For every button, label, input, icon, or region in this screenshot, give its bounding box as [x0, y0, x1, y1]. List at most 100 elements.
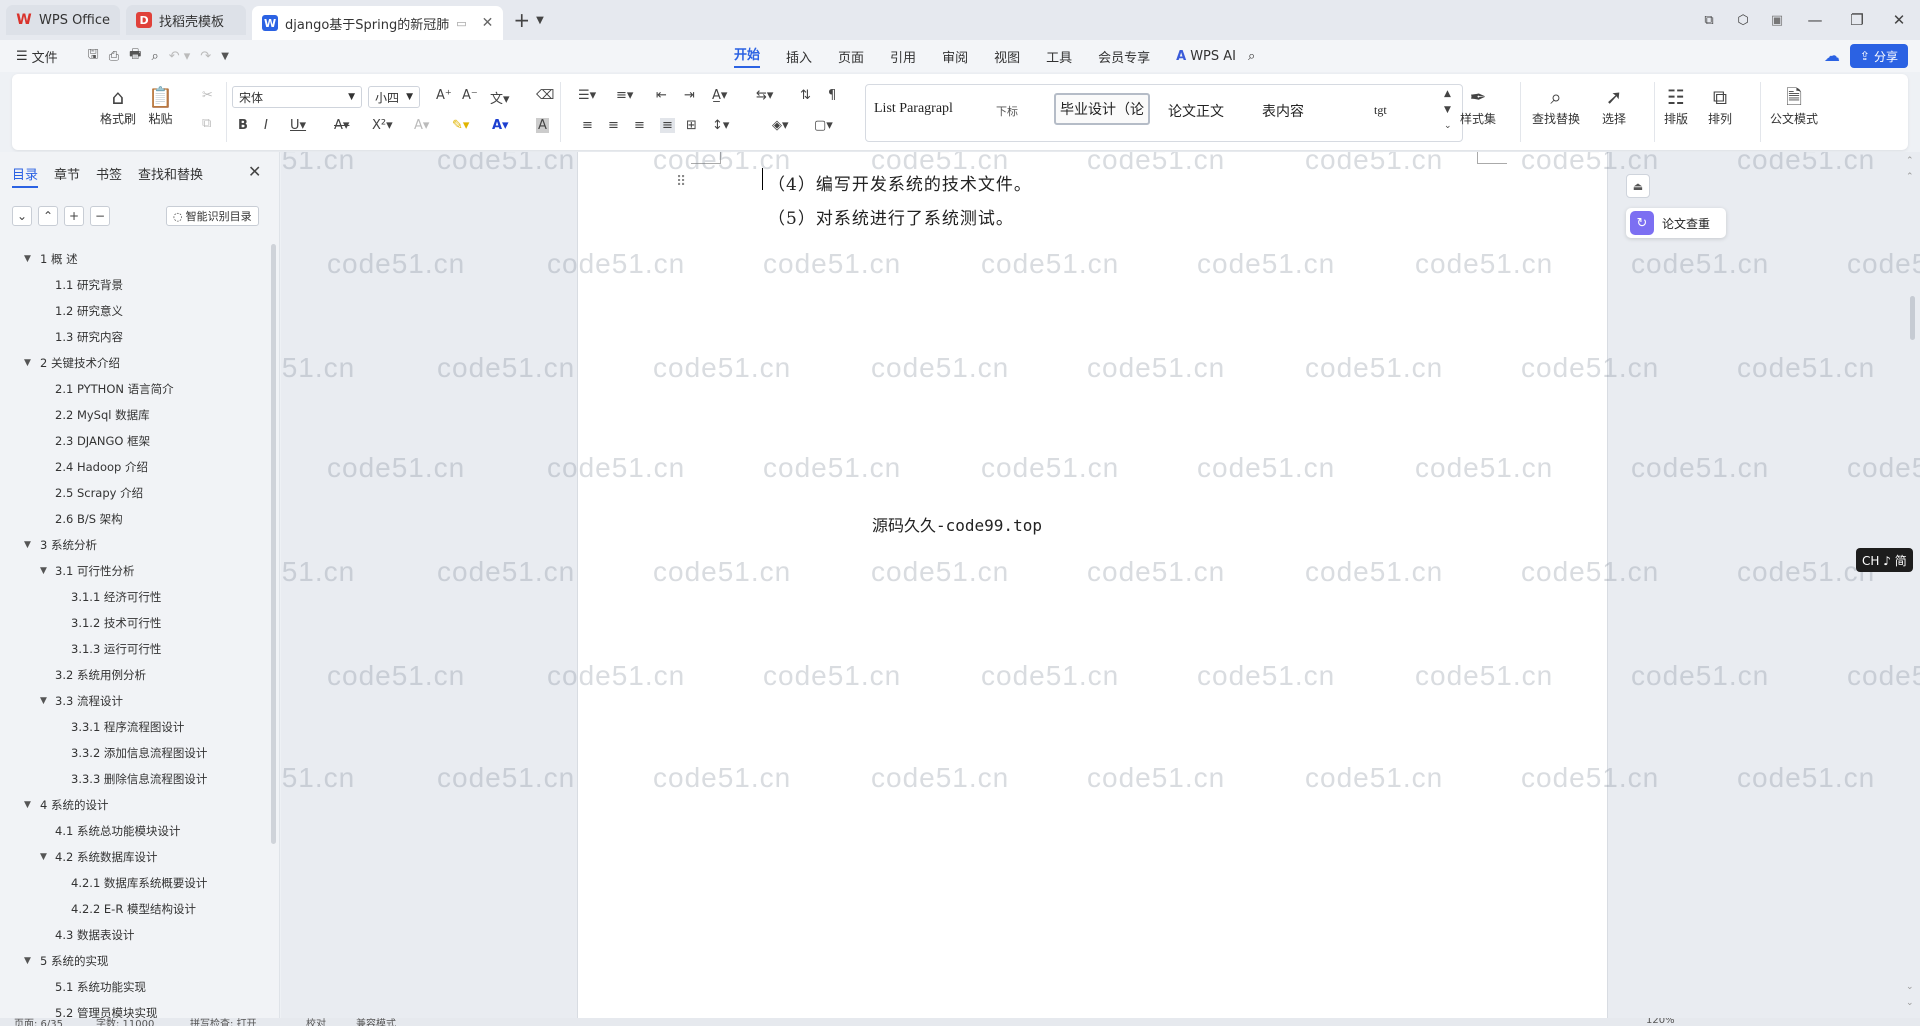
align-center-icon[interactable]: ≡	[608, 118, 619, 133]
toc-item[interactable]: 3.1.3 运行可行性	[0, 636, 272, 662]
toc-item[interactable]: 1.1 研究背景	[0, 272, 272, 298]
expand-triangle-icon[interactable]: ▼	[24, 532, 31, 558]
print-preview-icon[interactable]: ⌕	[151, 49, 158, 64]
toc-item[interactable]: 3.2 系统用例分析	[0, 662, 272, 688]
new-tab-button[interactable]: +	[513, 8, 530, 32]
ime-indicator[interactable]: CH ♪ 简	[1856, 548, 1913, 572]
scroll-up-icon[interactable]: ▲	[1444, 89, 1451, 99]
page-count[interactable]: 页面: 6/35	[14, 1018, 63, 1026]
arrange-button[interactable]: ⧉ 排列	[1708, 84, 1732, 127]
distributed-icon[interactable]: ⊞	[686, 118, 697, 133]
select-button[interactable]: ➚ 选择	[1602, 84, 1626, 127]
toc-item[interactable]: 5.1 系统功能实现	[0, 974, 272, 1000]
toc-item[interactable]: 4.1 系统总功能模块设计	[0, 818, 272, 844]
text-effect-icon[interactable]: A▾	[414, 118, 429, 133]
toc-item[interactable]: ▼ 3 系统分析	[0, 532, 272, 558]
highlight-icon[interactable]: ✎▾	[452, 118, 469, 133]
expand-triangle-icon[interactable]: ▼	[40, 688, 47, 714]
toc-item[interactable]: 4.2.1 数据库系统概要设计	[0, 870, 272, 896]
toc-item[interactable]: ▼ 3.1 可行性分析	[0, 558, 272, 584]
toc-item[interactable]: 4.2.2 E-R 模型结构设计	[0, 896, 272, 922]
customize-chevron-icon[interactable]: ▼	[221, 51, 229, 62]
toc-item[interactable]: 1.3 研究内容	[0, 324, 272, 350]
toc-item[interactable]: 3.3.1 程序流程图设计	[0, 714, 272, 740]
justify-icon[interactable]: ≡	[660, 118, 675, 133]
toc-item[interactable]: 2.1 PYTHON 语言简介	[0, 376, 272, 402]
cloud-upload-icon[interactable]: ☁	[1824, 46, 1840, 65]
undo-icon[interactable]: ↶ ▾	[169, 49, 191, 64]
scrollbar[interactable]	[271, 244, 276, 844]
paste-button[interactable]: 📋 粘贴	[148, 84, 173, 127]
smart-toc-button[interactable]: ◌ 智能识别目录	[166, 206, 259, 226]
clear-format-icon[interactable]: ⌫	[536, 88, 554, 103]
remove-icon[interactable]: −	[90, 206, 110, 226]
increase-indent-icon[interactable]: ⇥	[684, 88, 695, 103]
line-spacing-icon[interactable]: ↕▾	[712, 118, 729, 133]
align-left-icon[interactable]: ≡	[582, 118, 593, 133]
paper-check-button[interactable]: ↻ 论文查重	[1626, 208, 1726, 238]
toc-item[interactable]: ▼ 4 系统的设计	[0, 792, 272, 818]
grow-font-icon[interactable]: A⁺	[436, 88, 452, 103]
share-button[interactable]: ⇪ 分享	[1849, 44, 1908, 68]
toc-item[interactable]: 3.1.1 经济可行性	[0, 584, 272, 610]
close-tab-icon[interactable]: ✕	[482, 15, 494, 31]
paragraph[interactable]: （5）对系统进行了系统测试。	[768, 204, 1014, 229]
style-tgt[interactable]: tgt	[1374, 103, 1387, 118]
align-right-icon[interactable]: ≡	[634, 118, 645, 133]
print-icon[interactable]: 🖶	[129, 45, 141, 67]
copy-icon[interactable]: ⧉	[202, 116, 211, 131]
font-size-select[interactable]: 小四 ▼	[368, 86, 420, 108]
zoom-level[interactable]: 120%	[1646, 1018, 1675, 1026]
font-name-select[interactable]: 宋体 ▼	[232, 86, 362, 108]
tab-list-chevron-icon[interactable]: ▼	[536, 15, 544, 26]
layout-button[interactable]: ☷ 排版	[1664, 84, 1688, 127]
italic-icon[interactable]: I	[264, 118, 268, 133]
restore-icon[interactable]: ❐	[1836, 11, 1878, 29]
decrease-indent-icon[interactable]: ⇤	[656, 88, 667, 103]
toc-item[interactable]: 2.4 Hadoop 介绍	[0, 454, 272, 480]
convert-icon[interactable]: ⇆▾	[756, 88, 773, 103]
tab-member[interactable]: 会员专享	[1098, 47, 1150, 66]
toc-item[interactable]: ▼ 4.2 系统数据库设计	[0, 844, 272, 870]
toc-item[interactable]: ▼ 2 关键技术介绍	[0, 350, 272, 376]
tab-view[interactable]: 视图	[994, 47, 1020, 66]
style-body[interactable]: 论文正文	[1168, 101, 1224, 121]
tab-insert[interactable]: 插入	[786, 47, 812, 66]
toc-item[interactable]: 1.2 研究意义	[0, 298, 272, 324]
tab-tools[interactable]: 工具	[1046, 47, 1072, 66]
proofread[interactable]: 校对	[306, 1018, 326, 1026]
style-set-button[interactable]: ✒ 样式集	[1460, 84, 1496, 127]
cube-icon[interactable]: ⬡	[1726, 13, 1760, 28]
window-layout-icon[interactable]: ⧉	[1692, 13, 1726, 28]
save-icon[interactable]: 🖫	[88, 45, 99, 67]
tab-chapters[interactable]: 章节	[54, 164, 80, 188]
tab-toc[interactable]: 目录	[12, 164, 39, 188]
toc-item[interactable]: 2.6 B/S 架构	[0, 506, 272, 532]
expand-gallery-icon[interactable]: ⌄	[1444, 121, 1452, 131]
wps-ai-button[interactable]: A WPS AI	[1176, 49, 1236, 64]
toc-item[interactable]: 3.3.3 删除信息流程图设计	[0, 766, 272, 792]
expand-triangle-icon[interactable]: ▼	[24, 246, 31, 272]
vertical-scrollbar[interactable]	[1910, 296, 1915, 340]
expand-triangle-icon[interactable]: ▼	[24, 350, 31, 376]
style-table-content[interactable]: 表内容	[1262, 101, 1304, 121]
format-painter-button[interactable]: ⌂ 格式刷	[100, 84, 136, 127]
expand-triangle-icon[interactable]: ▼	[24, 792, 31, 818]
document-page[interactable]: ⠿ （4）编写开发系统的技术文件。 （5）对系统进行了系统测试。 源码久久-co…	[577, 152, 1608, 1018]
official-mode-button[interactable]: 🗎 公文模式	[1770, 84, 1818, 127]
find-replace-button[interactable]: ⌕ 查找替换	[1532, 84, 1580, 127]
style-subscript[interactable]: 下标	[996, 103, 1018, 119]
toc-item[interactable]: 2.3 DJANGO 框架	[0, 428, 272, 454]
toc-item[interactable]: ▼ 5 系统的实现	[0, 948, 272, 974]
expand-triangle-icon[interactable]: ▼	[40, 844, 47, 870]
bullet-list-icon[interactable]: ☰▾	[578, 88, 596, 103]
collapse-panel-button[interactable]: ⏏	[1626, 174, 1650, 198]
drag-handle-icon[interactable]: ⠿	[676, 174, 686, 190]
close-icon[interactable]: ✕	[248, 162, 261, 181]
expand-triangle-icon[interactable]: ▼	[40, 558, 47, 584]
minimize-icon[interactable]: —	[1794, 11, 1836, 29]
tab-docer-templates[interactable]: D 找稻壳模板	[126, 5, 247, 35]
tab-home[interactable]: 开始	[734, 44, 761, 68]
toc-item[interactable]: 2.2 MySql 数据库	[0, 402, 272, 428]
numbered-list-icon[interactable]: ≡▾	[616, 88, 633, 103]
